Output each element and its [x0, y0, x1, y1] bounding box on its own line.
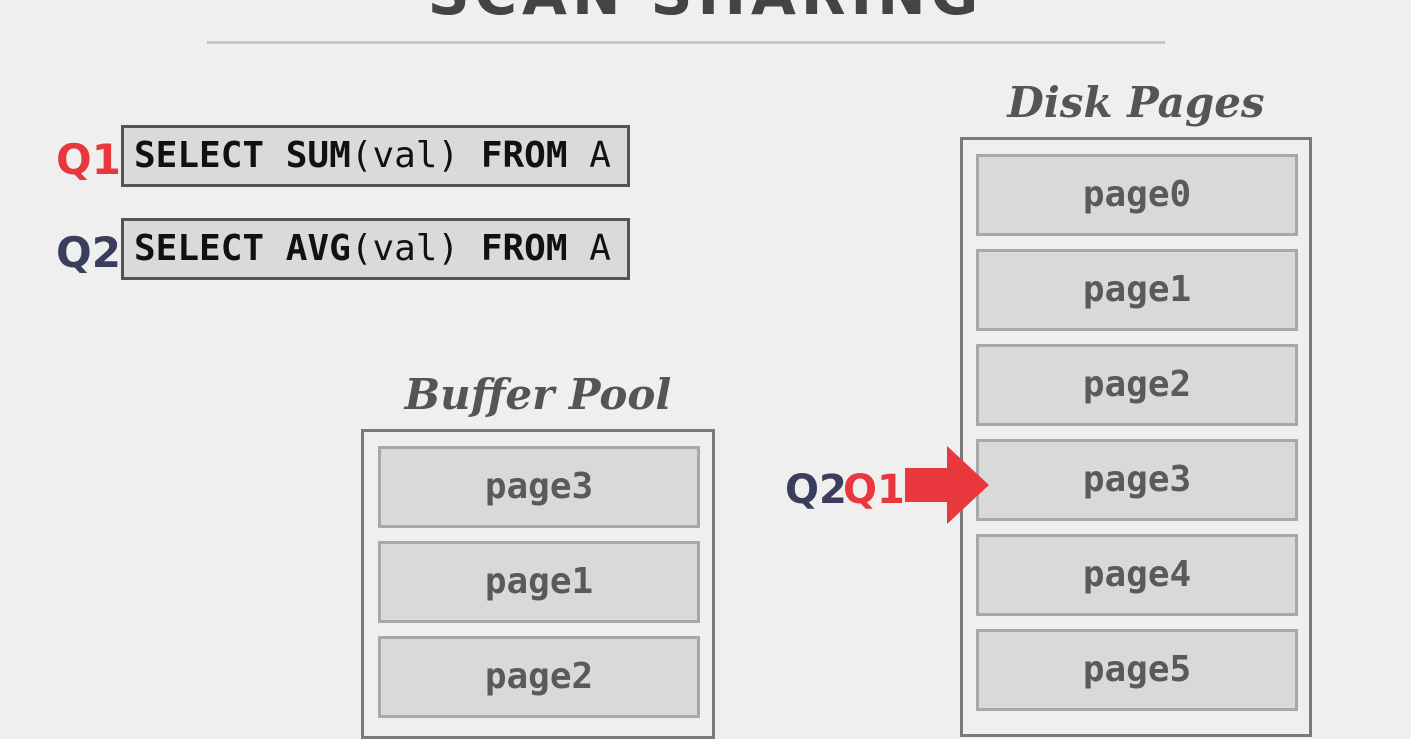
q1-function: SUM [285, 135, 351, 176]
disk-page: page5 [976, 629, 1298, 711]
buffer-page: page3 [378, 446, 700, 528]
slide-title: SCAN SHARING [0, 0, 1411, 24]
q2-sql-box: SELECT AVG(val) FROM A [121, 218, 630, 280]
disk-pages-container: page0 page1 page2 page3 page4 page5 [960, 137, 1312, 737]
q2-label: Q2 [56, 228, 121, 277]
disk-pages-label: Disk Pages [1007, 78, 1265, 127]
q2-from-keyword: FROM [480, 228, 568, 269]
q1-label: Q1 [56, 135, 121, 184]
arrow-shape [905, 446, 989, 524]
q2-table: A [589, 228, 611, 269]
scan-cursor-arrow-icon [905, 446, 989, 524]
buffer-pool-label: Buffer Pool [404, 370, 672, 419]
cursor-q2-label: Q2 [785, 467, 847, 513]
corner-mark [0, 712, 6, 722]
q1-table: A [589, 135, 611, 176]
q1-from-keyword: FROM [480, 135, 568, 176]
disk-page: page4 [976, 534, 1298, 616]
disk-page: page1 [976, 249, 1298, 331]
buffer-page: page1 [378, 541, 700, 623]
q2-select-keyword: SELECT [134, 228, 265, 269]
buffer-page: page2 [378, 636, 700, 718]
q1-select-keyword: SELECT [134, 135, 265, 176]
q1-sql-box: SELECT SUM(val) FROM A [121, 125, 630, 187]
title-divider [207, 41, 1165, 44]
q2-function: AVG [285, 228, 351, 269]
disk-page: page0 [976, 154, 1298, 236]
disk-page: page2 [976, 344, 1298, 426]
cursor-q1-label: Q1 [843, 467, 905, 513]
q2-args: (val) [350, 228, 460, 269]
disk-page: page3 [976, 439, 1298, 521]
q1-args: (val) [350, 135, 460, 176]
buffer-pool-container: page3 page1 page2 [361, 429, 715, 739]
